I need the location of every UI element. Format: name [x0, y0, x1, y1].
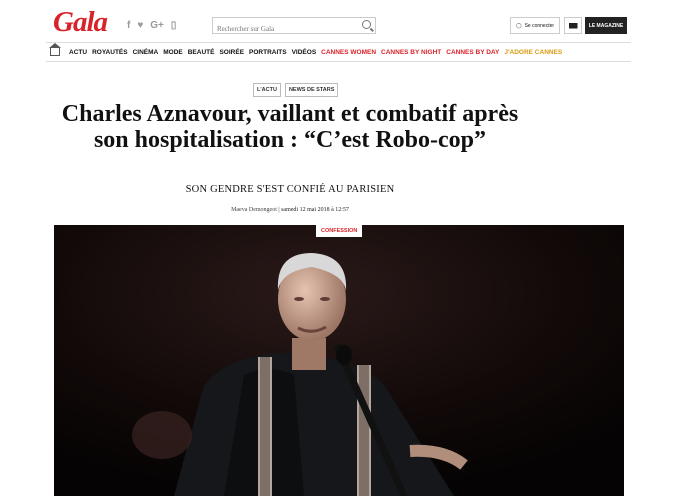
search-input[interactable]: [213, 22, 357, 36]
main-nav: ACTU ROYAUTÉS CINÉMA MODE BEAUTÉ SOIRÉE …: [46, 42, 631, 62]
nav-item[interactable]: SOIRÉE: [219, 49, 244, 56]
google-plus-icon[interactable]: G+: [150, 20, 164, 31]
nav-item[interactable]: CINÉMA: [133, 49, 159, 56]
article-tags: L'ACTU NEWS DE STARS: [253, 83, 339, 97]
nav-item[interactable]: ACTU: [69, 49, 87, 56]
nav-item[interactable]: PORTRAITS: [249, 49, 287, 56]
magazine-button[interactable]: LE MAGAZINE: [585, 17, 627, 34]
aznavour-photo: [54, 225, 624, 496]
mail-icon: [568, 22, 578, 29]
nav-item[interactable]: BEAUTÉ: [188, 49, 215, 56]
social-links: f ♥ G+ ▯: [127, 20, 176, 31]
gala-logo[interactable]: Gala: [53, 6, 108, 39]
article-headline: Charles Aznavour, vaillant et combatif a…: [61, 101, 519, 153]
site-header: Gala f ♥ G+ ▯ ◯ Se connecter LE MAGAZINE: [0, 0, 699, 42]
author-name[interactable]: Maeva Demongeot: [231, 207, 277, 213]
nav-item[interactable]: CANNES BY DAY: [446, 49, 499, 56]
nav-item[interactable]: ROYAUTÉS: [92, 49, 128, 56]
nav-item[interactable]: CANNES WOMEN: [321, 49, 376, 56]
nav-item[interactable]: MODE: [163, 49, 183, 56]
article-byline: Maeva Demongeot | samedi 12 mai 2018 à 1…: [180, 207, 400, 213]
search-box: [212, 17, 376, 36]
mobile-icon[interactable]: ▯: [171, 20, 177, 31]
facebook-icon[interactable]: f: [127, 20, 130, 31]
article-subtitle: SON GENDRE S'EST CONFIÉ AU PARISIEN: [185, 184, 395, 195]
login-label: Se connecter: [524, 22, 555, 29]
newsletter-button[interactable]: [564, 17, 582, 34]
publish-date: | samedi 12 mai 2018 à 12:57: [278, 207, 349, 213]
tag-actu[interactable]: L'ACTU: [253, 83, 281, 97]
twitter-icon[interactable]: ♥: [137, 20, 143, 31]
home-icon[interactable]: [49, 43, 61, 56]
user-icon: ◯: [515, 22, 522, 29]
nav-item[interactable]: J'ADORE CANNES: [504, 49, 562, 56]
search-icon[interactable]: [362, 20, 371, 29]
tag-news[interactable]: NEWS DE STARS: [284, 83, 339, 97]
article-photo: CONFESSION: [54, 225, 624, 496]
login-button[interactable]: ◯ Se connecter: [510, 17, 560, 34]
nav-item[interactable]: CANNES BY NIGHT: [381, 49, 441, 56]
nav-item[interactable]: VIDÉOS: [292, 49, 317, 56]
photo-category-tag[interactable]: CONFESSION: [316, 225, 363, 237]
